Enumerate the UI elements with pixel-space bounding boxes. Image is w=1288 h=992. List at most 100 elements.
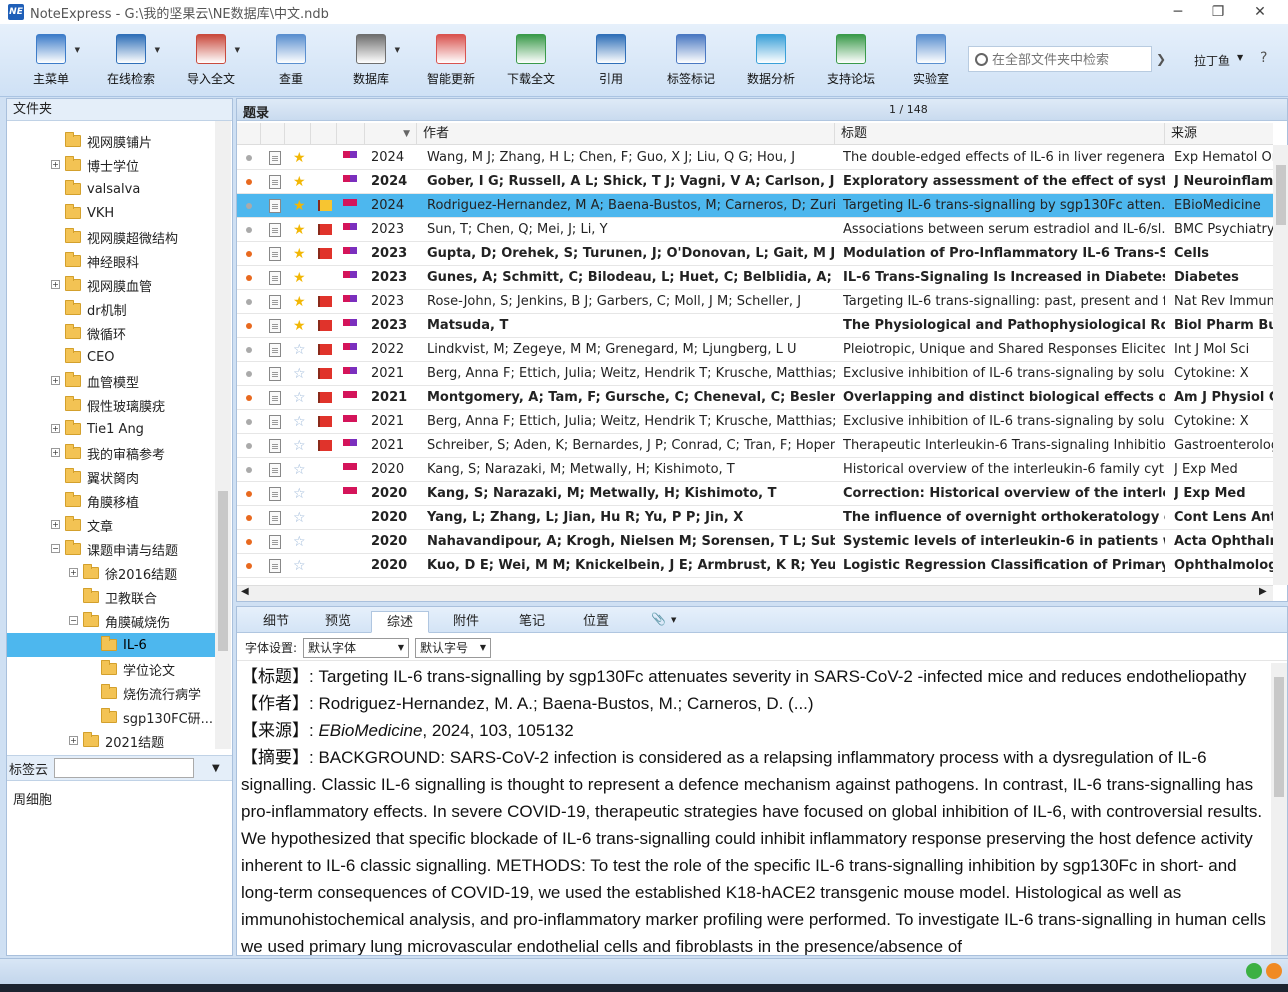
folder-item[interactable]: + 血管模型	[7, 369, 215, 393]
tab-preview[interactable]: 预览	[309, 611, 367, 633]
folder-item[interactable]: +2021结题	[7, 729, 215, 749]
read-status-icon[interactable]	[246, 275, 252, 281]
folder-item[interactable]: 神经眼科	[7, 249, 215, 273]
table-row[interactable]: ★ 2023 Gupta, D; Orehek, S; Turunen, J; O'…	[237, 242, 1273, 266]
star-icon[interactable]: ☆	[293, 410, 306, 434]
expand-icon[interactable]: +	[69, 736, 78, 745]
folder-item[interactable]: VKH	[7, 201, 215, 225]
chevron-down-icon[interactable]: ▼	[395, 46, 400, 54]
read-status-icon[interactable]	[246, 371, 252, 377]
maximize-button[interactable]: ❐	[1198, 0, 1238, 24]
tab-detail[interactable]: 细节	[247, 611, 305, 633]
expand-icon[interactable]: +	[69, 568, 78, 577]
chevron-down-icon[interactable]: ▼	[235, 46, 240, 54]
read-status-icon[interactable]	[246, 203, 252, 209]
col-attach[interactable]	[261, 123, 285, 145]
flag-icon[interactable]	[318, 416, 332, 427]
col-year-sort[interactable]: ▼	[365, 123, 417, 145]
color-tag-icon[interactable]	[343, 367, 357, 374]
table-row[interactable]: ☆ 2022 Lindkvist, M; Zegeye, M M; Grenegar…	[237, 338, 1273, 362]
read-status-icon[interactable]	[246, 491, 252, 497]
close-button[interactable]: ✕	[1240, 0, 1280, 24]
toolbar-database-button[interactable]: 数据库 ▼	[336, 32, 406, 92]
folder-item[interactable]: + 我的审稿参考	[7, 441, 215, 465]
color-tag-icon[interactable]	[343, 175, 357, 182]
folder-item[interactable]: + Tie1 Ang	[7, 417, 215, 441]
col-read[interactable]	[237, 123, 261, 145]
folder-item[interactable]: − 课题申请与结题	[7, 537, 215, 561]
table-row[interactable]: ☆ 2021 Berg, Anna F; Ettich, Julia; Weitz,…	[237, 410, 1273, 434]
star-icon[interactable]: ★	[293, 194, 306, 218]
flag-icon[interactable]	[318, 200, 332, 211]
color-tag-icon[interactable]	[343, 463, 357, 470]
star-icon[interactable]: ★	[293, 242, 306, 266]
scroll-right-icon[interactable]: ▶	[1259, 586, 1267, 597]
folder-item[interactable]: 翼状胬肉	[7, 465, 215, 489]
chevron-down-icon[interactable]: ▼	[671, 616, 676, 624]
font-size-select[interactable]: 默认字号 ▼	[415, 637, 492, 658]
toolbar-main-menu-button[interactable]: 主菜单 ▼	[16, 32, 86, 92]
flag-icon[interactable]	[318, 392, 332, 403]
detail-author[interactable]: Rodriguez-Hernandez, M. A.; Baena-Bustos…	[318, 694, 813, 713]
table-row[interactable]: ★ 2024 Wang, M J; Zhang, H L; Chen, F; Guo…	[237, 146, 1273, 170]
expand-icon[interactable]: +	[51, 376, 60, 385]
folder-tree-scrollbar[interactable]	[215, 121, 231, 749]
color-tag-icon[interactable]	[343, 247, 357, 254]
flag-icon[interactable]	[318, 296, 332, 307]
user-dropdown-arrow[interactable]: ▼	[1237, 53, 1243, 62]
collapse-icon[interactable]: −	[51, 544, 60, 553]
color-tag-icon[interactable]	[343, 151, 357, 158]
toolbar-import-fulltext-button[interactable]: 导入全文 ▼	[176, 32, 246, 92]
color-tag-icon[interactable]	[343, 199, 357, 206]
toolbar-dedupe-button[interactable]: 查重	[256, 32, 326, 92]
tab-notes[interactable]: 笔记	[503, 611, 561, 633]
table-row[interactable]: ★ 2024 Rodriguez-Hernandez, M A; Baena-Bus…	[237, 194, 1273, 218]
toolbar-cite-button[interactable]: 引用	[576, 32, 646, 92]
table-row[interactable]: ☆ 2020 Nahavandipour, A; Krogh, Nielsen M;…	[237, 530, 1273, 554]
status-orange-icon[interactable]	[1266, 963, 1282, 979]
read-status-icon[interactable]	[246, 467, 252, 473]
color-tag-icon[interactable]	[343, 295, 357, 302]
folder-item[interactable]: 卫教联合	[7, 585, 215, 609]
toolbar-tag-button[interactable]: 标签标记	[656, 32, 726, 92]
star-icon[interactable]: ☆	[293, 362, 306, 386]
table-row[interactable]: ☆ 2021 Schreiber, S; Aden, K; Bernardes, J…	[237, 434, 1273, 458]
read-status-icon[interactable]	[246, 443, 252, 449]
read-status-icon[interactable]	[246, 563, 252, 569]
scroll-thumb[interactable]	[1276, 165, 1286, 225]
color-tag-icon[interactable]	[343, 439, 357, 446]
star-icon[interactable]: ☆	[293, 458, 306, 482]
star-icon[interactable]: ★	[293, 266, 306, 290]
folder-item[interactable]: 微循环	[7, 321, 215, 345]
read-status-icon[interactable]	[246, 419, 252, 425]
toolbar-forum-button[interactable]: 支持论坛	[816, 32, 886, 92]
flag-icon[interactable]	[318, 440, 332, 451]
color-tag-icon[interactable]	[343, 319, 357, 326]
star-icon[interactable]: ☆	[293, 506, 306, 530]
folder-item[interactable]: + 文章	[7, 513, 215, 537]
folder-item[interactable]: 学位论文	[7, 657, 215, 681]
read-status-icon[interactable]	[246, 227, 252, 233]
read-status-icon[interactable]	[246, 299, 252, 305]
tag-cloud-input[interactable]	[54, 758, 195, 778]
read-status-icon[interactable]	[246, 539, 252, 545]
color-tag-icon[interactable]	[343, 343, 357, 350]
folder-item[interactable]: IL-6	[7, 633, 215, 657]
folder-item[interactable]: + 视网膜血管	[7, 273, 215, 297]
scroll-thumb[interactable]	[218, 491, 228, 651]
toolbar-analysis-button[interactable]: 数据分析	[736, 32, 806, 92]
col-title[interactable]: 标题	[835, 123, 1165, 145]
search-box[interactable]	[968, 46, 1152, 72]
list-scrollbar[interactable]	[1273, 145, 1288, 585]
expand-icon[interactable]: +	[51, 520, 60, 529]
read-status-icon[interactable]	[246, 155, 252, 161]
toolbar-download-fulltext-button[interactable]: 下载全文	[496, 32, 566, 92]
star-icon[interactable]: ☆	[293, 386, 306, 410]
col-author[interactable]: 作者	[417, 123, 835, 145]
col-star[interactable]	[285, 123, 311, 145]
table-row[interactable]: ☆ 2021 Berg, Anna F; Ettich, Julia; Weitz,…	[237, 362, 1273, 386]
table-row[interactable]: ☆ 2020 Kang, S; Narazaki, M; Metwally, H; …	[237, 458, 1273, 482]
table-row[interactable]: ☆ 2020 Kuo, D E; Wei, M M; Knickelbein, J …	[237, 554, 1273, 578]
flag-icon[interactable]	[318, 248, 332, 259]
star-icon[interactable]: ★	[293, 218, 306, 242]
